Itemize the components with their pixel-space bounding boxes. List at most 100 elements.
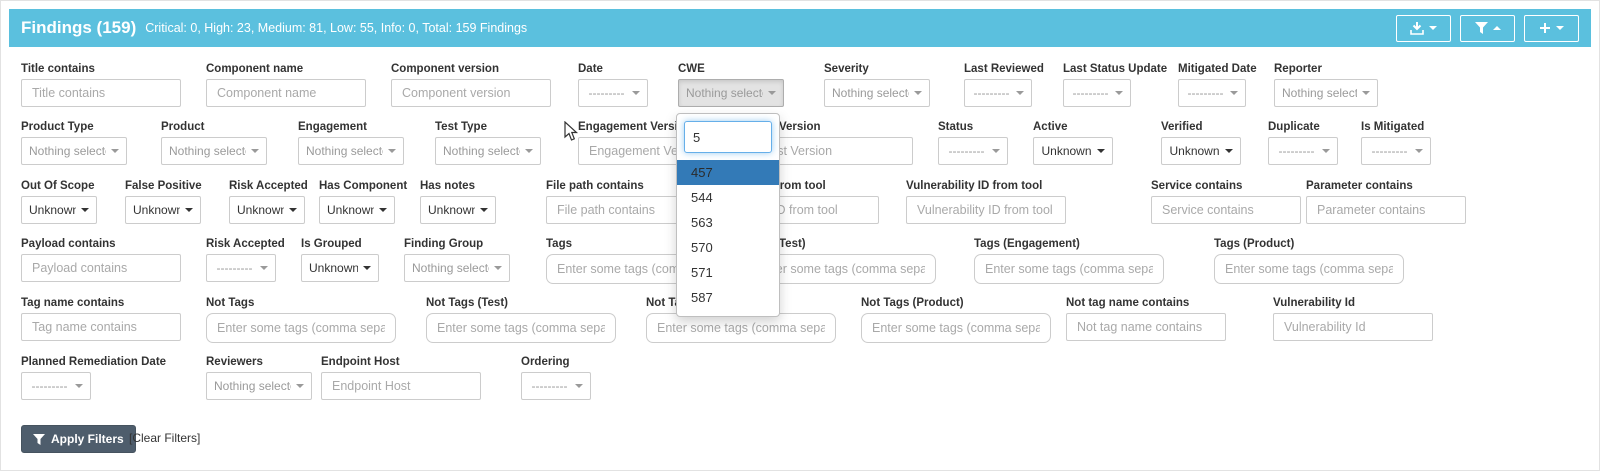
chevron-down-icon [1097,149,1105,153]
out-of-scope-select[interactable]: Unknown [21,196,97,224]
field-label: Last Reviewed [964,63,1032,75]
tags-product-input[interactable] [1214,254,1404,284]
filter-planned-remediation-date: Planned Remediation Date --------- [21,356,91,400]
test-type-select[interactable]: Nothing selected [435,137,541,165]
risk-accepted-select[interactable]: Unknown [229,196,305,224]
planned-remediation-date-select[interactable]: --------- [21,372,91,400]
cwe-option[interactable]: 570 [677,235,779,260]
field-label: Risk Accepted [229,180,305,192]
is-mitigated-select[interactable]: --------- [1361,137,1431,165]
chevron-down-icon [992,149,1000,153]
vulnerability-id-from-tool-input[interactable] [906,196,1066,224]
filter-mitigated-date: Mitigated Date --------- [1178,63,1246,107]
chevron-down-icon [1230,91,1238,95]
field-label: Reporter [1274,63,1378,75]
chevron-down-icon [480,208,488,212]
cwe-option[interactable]: 571 [677,260,779,285]
service-contains-input[interactable] [1151,196,1301,224]
chevron-down-icon [111,149,119,153]
cwe-option[interactable]: 544 [677,185,779,210]
download-icon [1410,22,1424,35]
not-tags-input[interactable] [206,313,396,343]
has-notes-select[interactable]: Unknown [420,196,496,224]
chevron-down-icon [1415,149,1423,153]
download-button[interactable] [1396,15,1451,42]
payload-contains-input[interactable] [21,254,181,282]
filter-component-version: Component version [391,63,551,107]
filter-product: Product Nothing selected [161,121,267,165]
filter-cwe: CWE Nothing selected [678,63,784,107]
select-value: Unknown [309,261,358,275]
cwe-option[interactable]: 457 [677,160,779,185]
severity-summary: Critical: 0, High: 23, Medium: 81, Low: … [145,21,527,35]
clear-filters-link[interactable]: [Clear Filters] [129,431,200,445]
cwe-option[interactable]: 563 [677,210,779,235]
title-contains-input[interactable] [21,79,181,107]
apply-filters-button[interactable]: Apply Filters [21,425,136,453]
chevron-down-icon [363,266,371,270]
field-label: Duplicate [1268,121,1338,133]
component-version-input[interactable] [391,79,551,107]
last-status-update-select[interactable]: --------- [1063,79,1131,107]
filter-payload-contains: Payload contains [21,238,181,282]
status-select[interactable]: --------- [938,137,1008,165]
select-value: Unknown [133,203,180,217]
cwe-search-input[interactable] [684,121,772,153]
false-positive-select[interactable]: Unknown [125,196,201,224]
not-tags-engagement-input[interactable] [646,313,836,343]
filter-tag-name-contains: Tag name contains [21,297,181,341]
tag-name-contains-input[interactable] [21,313,181,341]
filter-title-contains: Title contains [21,63,181,107]
is-grouped-select[interactable]: Unknown [301,254,379,282]
component-name-input[interactable] [206,79,366,107]
field-label: Has notes [420,180,496,192]
duplicate-select[interactable]: --------- [1268,137,1338,165]
mitigated-date-select[interactable]: --------- [1178,79,1246,107]
cwe-select[interactable]: Nothing selected [678,79,784,107]
filter-button[interactable] [1460,15,1515,42]
severity-select[interactable]: Nothing selected [824,79,930,107]
filter-has-component: Has Component Unknown [319,180,395,224]
product-type-select[interactable]: Nothing selected [21,137,127,165]
select-value: --------- [1186,86,1225,100]
plus-icon [1539,22,1551,34]
filter-out-of-scope: Out Of Scope Unknown [21,180,97,224]
field-label: False Positive [125,180,201,192]
cwe-option[interactable]: 587 [677,285,779,310]
filter-vulnerability-id: Vulnerability Id [1273,297,1433,341]
field-label: Component version [391,63,551,75]
verified-select[interactable]: Unknown [1161,137,1241,165]
risk-accepted-date-select[interactable]: --------- [206,254,276,282]
vulnerability-id-input[interactable] [1273,313,1433,341]
field-label: Test Type [435,121,541,133]
filter-status: Status --------- [938,121,1008,165]
not-tags-test-input[interactable] [426,313,616,343]
date-select[interactable]: --------- [578,79,648,107]
finding-group-select[interactable]: Nothing selected [404,254,510,282]
endpoint-host-input[interactable] [321,372,481,400]
not-tag-name-contains-input[interactable] [1066,313,1226,341]
add-button[interactable] [1524,15,1579,42]
field-label: Finding Group [404,238,510,250]
reporter-select[interactable]: Nothing selected [1274,79,1378,107]
chevron-down-icon [1115,91,1123,95]
tags-engagement-input[interactable] [974,254,1164,284]
ordering-select[interactable]: --------- [521,372,591,400]
filter-risk-accepted: Risk Accepted Unknown [229,180,305,224]
select-value: --------- [1369,144,1410,158]
filter-last-status-update: Last Status Update --------- [1063,63,1131,107]
filter-icon [1475,22,1488,34]
filter-last-reviewed: Last Reviewed --------- [964,63,1032,107]
chevron-down-icon [1362,91,1370,95]
not-tags-product-input[interactable] [861,313,1051,343]
parameter-contains-input[interactable] [1306,196,1466,224]
filter-duplicate: Duplicate --------- [1268,121,1338,165]
reviewers-select[interactable]: Nothing selected [206,372,312,400]
active-select[interactable]: Unknown [1033,137,1113,165]
last-reviewed-select[interactable]: --------- [964,79,1032,107]
product-select[interactable]: Nothing selected [161,137,267,165]
header-actions [1396,15,1579,42]
engagement-select[interactable]: Nothing selected [298,137,404,165]
has-component-select[interactable]: Unknown [319,196,395,224]
select-value: --------- [586,86,627,100]
